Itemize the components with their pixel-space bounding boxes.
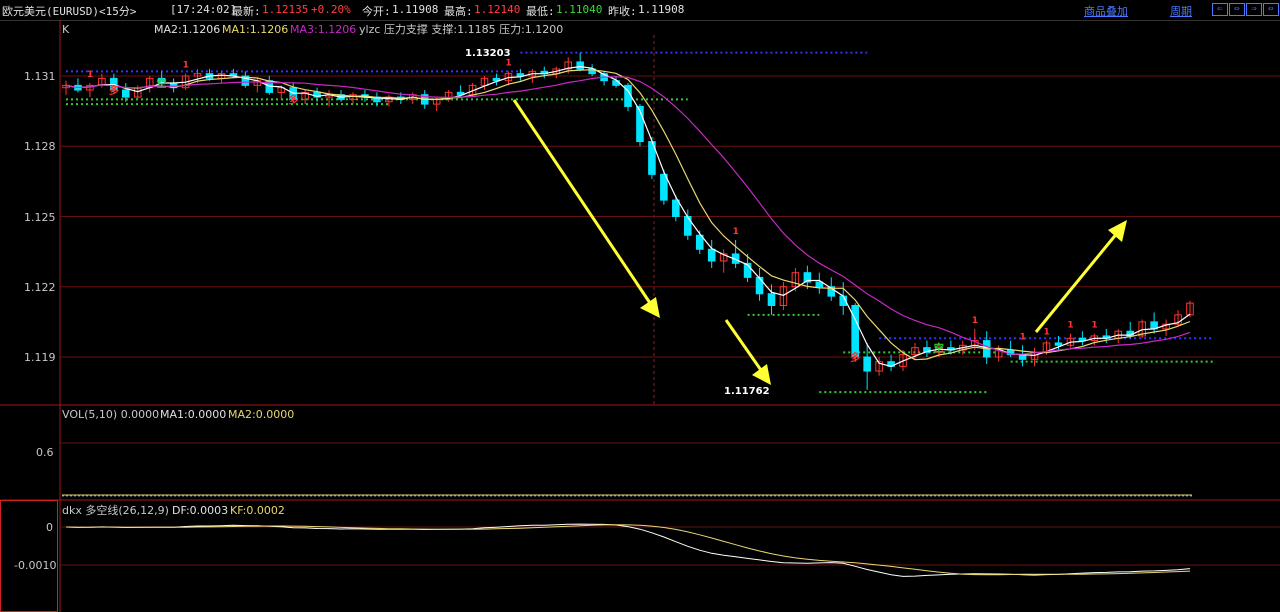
sell-signal: 空 [934,342,944,355]
up-signal: 1 [972,316,978,326]
candle-body [851,304,859,358]
ma1-line [65,69,1191,361]
ma2-legend: MA2:1.1206 [154,23,220,36]
up-signal: 1 [183,61,189,71]
ma3-line [65,76,1191,355]
candle-body [660,173,668,201]
zoom-in-icon[interactable]: ⇒ [1246,3,1262,16]
symbol-label: 欧元美元(EURUSD)<15分> [2,5,137,18]
candle-body [767,293,776,306]
arrow-left-icon[interactable]: ⇐ [1212,3,1228,16]
dkx-y-tick: -0.0010 [14,559,56,572]
candle-body [121,89,130,98]
up-signal: 1 [1020,332,1026,342]
dkx-df: DF:0.0003 [172,504,228,517]
quote-time: [17:24:02] [170,3,237,16]
buy-signal: 多 [109,84,119,97]
kline-type-label: K [62,23,70,36]
open-label: 今开: [362,5,391,18]
dkx-df-line [65,523,1191,577]
y-tick-label: 1.119 [24,351,56,364]
vol-ma2: MA2:0.0000 [228,408,294,421]
candle-body [815,281,824,288]
high-price-marker: 1.13203 [465,48,511,59]
dkx-kf: KF:0.0002 [230,504,285,517]
open-value: 1.11908 [392,3,439,16]
y-tick-label: 1.125 [24,211,56,224]
dkx-axis-box [0,500,58,612]
prev-close-value: 1.11908 [638,3,685,16]
buy-signal: 多 [288,93,298,106]
down-arrow-2-head [752,364,771,385]
quote-header: 欧元美元(EURUSD)<15分> [17:24:02] 最新: 1.12135… [0,0,1280,21]
candle-body [755,276,764,295]
dkx-title: dkx 多空线(26,12,9) [62,503,169,517]
up-signal: 1 [87,70,93,80]
dkx-y-tick: 0 [46,521,53,534]
up-signal: 1 [1067,321,1073,331]
vol-y-tick: 0.6 [36,446,54,459]
period-link[interactable]: 周期 [1170,3,1192,19]
chart-area[interactable]: 11 1111 11 1多多多空空 K MA2:1.1206 MA1:1.1206 M… [0,20,1280,612]
dkx-kf-line [65,524,1191,576]
y-tick-label: 1.131 [24,70,56,83]
change-value: +0.20% [311,3,351,16]
down-arrow-1-head [640,297,660,318]
ylzc-legend: ylzc 压力支撑 支撑:1.1185 压力:1.1200 [359,22,563,36]
sell-signal: 空 [157,77,167,90]
vol-ma1: MA1:0.0000 [160,408,226,421]
arrow-right-icon[interactable]: ⇔ [1229,3,1245,16]
high-label: 最高: [444,5,473,18]
up-signal: 1 [733,227,739,237]
prev-close-label: 昨收: [608,5,637,18]
vol-title: VOL(5,10) 0.0000 [62,408,159,421]
last-label: 最新: [232,5,261,18]
low-price-marker: 1.11762 [724,386,770,397]
zoom-out-icon[interactable]: ⇔ [1263,3,1279,16]
candle-body [672,199,680,218]
y-tick-label: 1.128 [24,140,56,153]
last-value: 1.12135 [262,3,309,16]
up-arrow [1034,231,1120,333]
low-value: 1.11040 [556,3,603,16]
overlay-link[interactable]: 商品叠加 [1084,3,1128,19]
candle-body [576,61,584,70]
low-label: 最低: [526,5,555,18]
y-tick-label: 1.122 [24,281,56,294]
buy-signal: 多 [850,351,860,364]
candle-body [1054,342,1063,346]
ma3-legend: MA3:1.1206 [290,23,356,36]
down-arrow-1 [512,99,654,307]
up-signal: 1 [1091,321,1097,331]
up-signal: 1 [505,58,511,68]
up-signal: 1 [1044,328,1050,338]
down-arrow-2 [724,319,765,374]
candle-body [683,216,692,236]
candle-body [707,248,716,262]
high-value: 1.12140 [474,3,521,16]
candle-body [863,356,871,372]
ma1-legend: MA1:1.1206 [222,23,288,36]
